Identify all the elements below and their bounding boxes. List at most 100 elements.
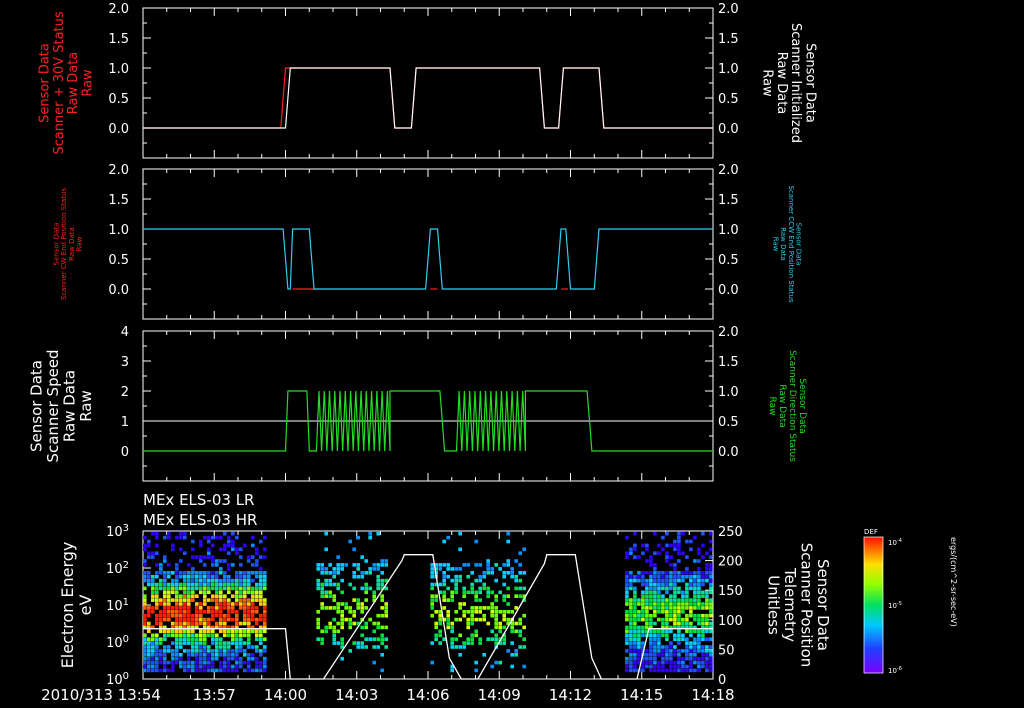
heatmap-cell [498,590,502,595]
heatmap-cell [446,621,450,626]
heatmap-cell [438,617,442,622]
heatmap-cell [665,555,669,559]
heatmap-cell [231,602,235,606]
heatmap-cell [239,582,243,587]
heatmap-cell [159,660,163,665]
heatmap-cell [641,574,645,579]
heatmap-cell [235,629,239,634]
heatmap-cell [187,571,191,575]
heatmap-cell [685,656,689,661]
heatmap-cell [653,610,657,614]
heatmap-cell [502,613,506,618]
heatmap-cell [171,653,175,657]
heatmap-cell [243,610,247,614]
heatmap-cell [243,571,247,575]
heatmap-cell [661,594,665,598]
heatmap-cell [151,668,155,673]
heatmap-cell [446,610,450,614]
heatmap-cell [709,582,713,587]
heatmap-cell [175,645,179,649]
heatmap-cell [669,664,673,669]
heatmap-cell [665,610,669,614]
heatmap-cell [231,594,235,598]
heatmap-cell [498,610,502,614]
heatmap-cell [657,617,661,622]
heatmap-cell [179,602,183,606]
heatmap-cell [681,571,685,575]
heatmap-cell [247,598,251,602]
heatmap-cell [199,586,203,591]
heatmap-cell [191,653,195,657]
heatmap-cell [340,656,344,661]
heatmap-cell [430,586,434,591]
heatmap-cell [368,567,372,571]
heatmap-cell [709,664,713,669]
heatmap-cell [705,613,709,618]
heatmap-cell [450,645,454,649]
heatmap-cell [215,668,219,673]
heatmap-cell [458,606,462,610]
heatmap-cell [629,578,633,583]
heatmap-cell [171,633,175,638]
heatmap-cell [231,664,235,669]
heatmap-cell [183,641,187,645]
heatmap-cell [320,602,324,606]
heatmap-cell [251,653,255,657]
heatmap-cell [474,629,478,634]
heatmap-cell [167,598,171,602]
heatmap-cell [458,617,462,622]
heatmap-cell [709,629,713,634]
heatmap-cell [231,582,235,587]
heatmap-cell [263,637,267,641]
heatmap-cell [649,559,653,563]
heatmap-cell [163,606,167,610]
heatmap-cell [709,571,713,575]
heatmap-cell [649,637,653,641]
x-tick-label: 14:03 [335,686,378,704]
heatmap-cell [502,594,506,598]
heatmap-cell [677,664,681,669]
heatmap-cell [653,531,657,536]
heatmap-cell [348,606,352,610]
heatmap-cell [231,547,235,552]
heatmap-cell [159,602,163,606]
heatmap-cell [466,637,470,641]
heatmap-cell [673,590,677,595]
heatmap-cell [243,629,247,634]
heatmap-cell [705,602,709,606]
heatmap-cell [657,586,661,591]
heatmap-cell [376,621,380,626]
heatmap-cell [219,594,223,598]
heatmap-cell [661,606,665,610]
heatmap-cell [352,613,356,618]
heatmap-cell [263,664,267,669]
heatmap-cell [199,582,203,587]
heatmap-cell [263,610,267,614]
heatmap-cell [203,629,207,634]
heatmap-cell [625,637,629,641]
heatmap-cell [665,559,669,563]
heatmap-cell [231,617,235,622]
heatmap-cell [645,617,649,622]
heatmap-cell [657,543,661,548]
heatmap-cell [442,582,446,587]
heatmap-cell [215,571,219,575]
heatmap-cell [187,594,191,598]
heatmap-cell [175,606,179,610]
heatmap-cell [211,535,215,540]
heatmap-cell [259,586,263,591]
heatmap-cell [633,574,637,579]
y-tick-label-left: 0.0 [108,283,129,298]
heatmap-cell [183,606,187,610]
heatmap-cell [199,539,203,544]
heatmap-cell [360,586,364,591]
heatmap-cell [645,571,649,575]
heatmap-cell [344,606,348,610]
heatmap-cell [179,531,183,536]
heatmap-cell [187,563,191,567]
heatmap-cell [368,571,372,575]
heatmap-cell [203,610,207,614]
heatmap-cell [195,602,199,606]
heatmap-cell [645,586,649,591]
heatmap-cell [344,602,348,606]
